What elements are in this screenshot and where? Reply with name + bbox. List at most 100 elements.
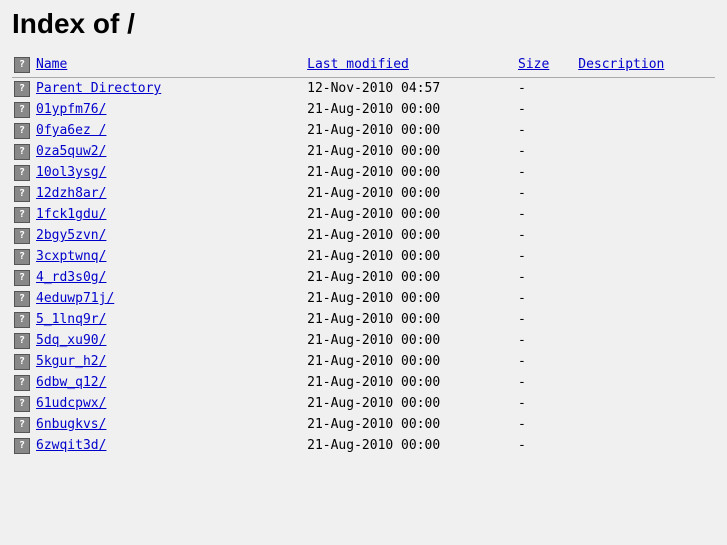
folder-icon: ? — [14, 186, 30, 202]
row-name-cell: 4eduwp71j/ — [34, 288, 305, 309]
row-size-cell: - — [516, 414, 576, 435]
row-modified-cell: 21-Aug-2010 00:00 — [305, 372, 516, 393]
folder-icon: ? — [14, 396, 30, 412]
file-link[interactable]: 10ol3ysg/ — [36, 165, 106, 180]
table-row: ?6dbw_q12/21-Aug-2010 00:00- — [12, 372, 715, 393]
file-link[interactable]: 1fck1gdu/ — [36, 207, 106, 222]
file-link[interactable]: 6dbw_q12/ — [36, 375, 106, 390]
table-row: ?1fck1gdu/21-Aug-2010 00:00- — [12, 204, 715, 225]
folder-icon: ? — [14, 438, 30, 454]
sort-by-size-link[interactable]: Size — [518, 57, 549, 72]
row-modified-cell: 21-Aug-2010 00:00 — [305, 141, 516, 162]
table-header-row: ? Name Last modified Size Description — [12, 52, 715, 78]
row-icon-cell: ? — [12, 141, 34, 162]
file-link[interactable]: 5dq_xu90/ — [36, 333, 106, 348]
row-name-cell: 2bgy5zvn/ — [34, 225, 305, 246]
row-icon-cell: ? — [12, 120, 34, 141]
file-link[interactable]: 2bgy5zvn/ — [36, 228, 106, 243]
row-modified-cell: 21-Aug-2010 00:00 — [305, 393, 516, 414]
row-modified-cell: 21-Aug-2010 00:00 — [305, 414, 516, 435]
file-link[interactable]: 6zwqit3d/ — [36, 438, 106, 453]
table-row: ?0fya6ez /21-Aug-2010 00:00- — [12, 120, 715, 141]
row-modified-cell: 21-Aug-2010 00:00 — [305, 330, 516, 351]
row-description-cell — [576, 78, 715, 100]
row-modified-cell: 21-Aug-2010 00:00 — [305, 246, 516, 267]
row-size-cell: - — [516, 267, 576, 288]
row-name-cell: 3cxptwnq/ — [34, 246, 305, 267]
folder-icon: ? — [14, 207, 30, 223]
row-icon-cell: ? — [12, 267, 34, 288]
page-title: Index of / — [12, 8, 715, 40]
row-modified-cell: 21-Aug-2010 00:00 — [305, 351, 516, 372]
table-row: ?5dq_xu90/21-Aug-2010 00:00- — [12, 330, 715, 351]
row-modified-cell: 21-Aug-2010 00:00 — [305, 204, 516, 225]
row-icon-cell: ? — [12, 225, 34, 246]
table-row: ?01ypfm76/21-Aug-2010 00:00- — [12, 99, 715, 120]
row-description-cell — [576, 309, 715, 330]
row-size-cell: - — [516, 351, 576, 372]
row-modified-cell: 21-Aug-2010 00:00 — [305, 435, 516, 456]
file-link[interactable]: 5kgur_h2/ — [36, 354, 106, 369]
row-icon-cell: ? — [12, 162, 34, 183]
row-modified-cell: 21-Aug-2010 00:00 — [305, 162, 516, 183]
folder-icon: ? — [14, 165, 30, 181]
row-icon-cell: ? — [12, 372, 34, 393]
row-size-cell: - — [516, 246, 576, 267]
row-icon-cell: ? — [12, 435, 34, 456]
row-modified-cell: 21-Aug-2010 00:00 — [305, 225, 516, 246]
row-size-cell: - — [516, 288, 576, 309]
file-link[interactable]: 0fya6ez / — [36, 123, 106, 138]
sort-by-modified-link[interactable]: Last modified — [307, 57, 409, 72]
row-icon-cell: ? — [12, 288, 34, 309]
header-icon-cell: ? — [12, 52, 34, 78]
row-name-cell: Parent Directory — [34, 78, 305, 100]
file-link[interactable]: 4_rd3s0g/ — [36, 270, 106, 285]
folder-icon: ? — [14, 375, 30, 391]
sort-by-description-link[interactable]: Description — [578, 57, 664, 72]
table-row: ?2bgy5zvn/21-Aug-2010 00:00- — [12, 225, 715, 246]
row-description-cell — [576, 351, 715, 372]
file-link[interactable]: Parent Directory — [36, 81, 161, 96]
file-link[interactable]: 01ypfm76/ — [36, 102, 106, 117]
row-description-cell — [576, 288, 715, 309]
folder-icon: ? — [14, 417, 30, 433]
sort-by-name-link[interactable]: Name — [36, 57, 67, 72]
row-description-cell — [576, 225, 715, 246]
table-row: ?0za5quw2/21-Aug-2010 00:00- — [12, 141, 715, 162]
row-name-cell: 5kgur_h2/ — [34, 351, 305, 372]
file-link[interactable]: 3cxptwnq/ — [36, 249, 106, 264]
row-modified-cell: 21-Aug-2010 00:00 — [305, 267, 516, 288]
column-header-size: Size — [516, 52, 576, 78]
table-row: ?61udcpwx/21-Aug-2010 00:00- — [12, 393, 715, 414]
file-link[interactable]: 6nbugkvs/ — [36, 417, 106, 432]
row-description-cell — [576, 246, 715, 267]
row-name-cell: 12dzh8ar/ — [34, 183, 305, 204]
row-name-cell: 0fya6ez / — [34, 120, 305, 141]
row-modified-cell: 21-Aug-2010 00:00 — [305, 99, 516, 120]
folder-icon: ? — [14, 312, 30, 328]
row-description-cell — [576, 162, 715, 183]
row-description-cell — [576, 372, 715, 393]
row-modified-cell: 21-Aug-2010 00:00 — [305, 183, 516, 204]
row-description-cell — [576, 435, 715, 456]
row-name-cell: 61udcpwx/ — [34, 393, 305, 414]
row-size-cell: - — [516, 78, 576, 100]
row-icon-cell: ? — [12, 183, 34, 204]
folder-icon: ? — [14, 228, 30, 244]
column-header-description: Description — [576, 52, 715, 78]
row-icon-cell: ? — [12, 414, 34, 435]
folder-icon: ? — [14, 354, 30, 370]
file-link[interactable]: 12dzh8ar/ — [36, 186, 106, 201]
row-description-cell — [576, 99, 715, 120]
file-link[interactable]: 61udcpwx/ — [36, 396, 106, 411]
row-description-cell — [576, 204, 715, 225]
file-link[interactable]: 0za5quw2/ — [36, 144, 106, 159]
file-link[interactable]: 4eduwp71j/ — [36, 291, 114, 306]
folder-icon: ? — [14, 123, 30, 139]
row-description-cell — [576, 414, 715, 435]
row-size-cell: - — [516, 162, 576, 183]
row-icon-cell: ? — [12, 351, 34, 372]
file-link[interactable]: 5_1lnq9r/ — [36, 312, 106, 327]
row-name-cell: 10ol3ysg/ — [34, 162, 305, 183]
row-name-cell: 6dbw_q12/ — [34, 372, 305, 393]
